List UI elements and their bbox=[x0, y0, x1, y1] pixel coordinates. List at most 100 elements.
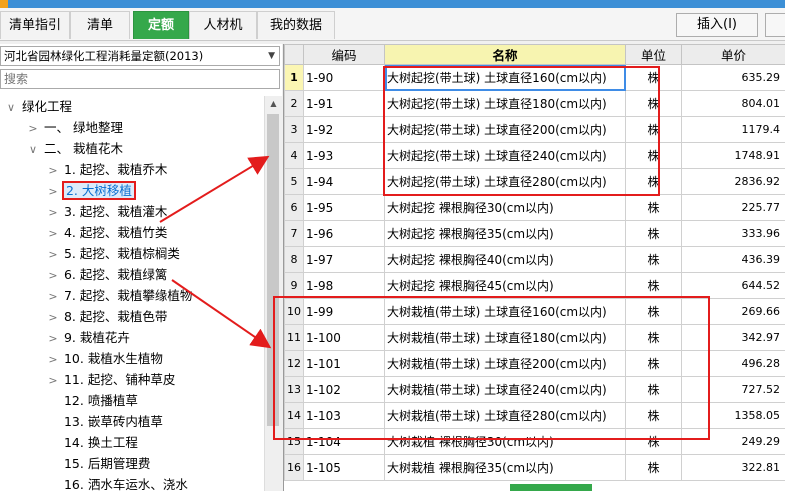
cell-price[interactable]: 727.52 bbox=[681, 376, 785, 403]
tree-scrollbar[interactable]: ▲ bbox=[264, 96, 282, 491]
table-row[interactable]: 13 1-102 大树栽植(带土球) 土球直径240(cm以内) 株 727.52 bbox=[284, 376, 785, 403]
cell-unit[interactable]: 株 bbox=[625, 272, 682, 299]
chevron-down-icon[interactable]: ∨ bbox=[26, 139, 40, 160]
row-index[interactable]: 14 bbox=[284, 402, 304, 429]
cell-code[interactable]: 1-105 bbox=[303, 454, 385, 481]
chevron-right-icon[interactable]: > bbox=[46, 265, 60, 286]
cell-price[interactable]: 436.39 bbox=[681, 246, 785, 273]
tree-node[interactable]: > 7. 起挖、栽植攀缘植物 bbox=[46, 285, 192, 306]
table-row[interactable]: 10 1-99 大树栽植(带土球) 土球直径160(cm以内) 株 269.66 bbox=[284, 298, 785, 325]
table-row[interactable]: 8 1-97 大树起挖 裸根胸径40(cm以内) 株 436.39 bbox=[284, 246, 785, 273]
chevron-right-icon[interactable]: > bbox=[26, 118, 40, 139]
row-index[interactable]: 7 bbox=[284, 220, 304, 247]
cell-code[interactable]: 1-94 bbox=[303, 168, 385, 195]
row-index[interactable]: 16 bbox=[284, 454, 304, 481]
cell-unit[interactable]: 株 bbox=[625, 168, 682, 195]
tab-my-data[interactable]: 我的数据 bbox=[257, 11, 335, 39]
cell-price[interactable]: 342.97 bbox=[681, 324, 785, 351]
cell-unit[interactable]: 株 bbox=[625, 350, 682, 377]
tree-node[interactable]: 16. 洒水车运水、浇水 bbox=[46, 474, 188, 491]
cell-name[interactable]: 大树起挖(带土球) 土球直径240(cm以内) bbox=[384, 142, 626, 169]
tree-node[interactable]: > 9. 栽植花卉 bbox=[46, 327, 130, 348]
chevron-right-icon[interactable]: > bbox=[46, 307, 60, 328]
header-price[interactable]: 单价 bbox=[681, 44, 785, 65]
chevron-right-icon[interactable]: > bbox=[46, 244, 60, 265]
chevron-right-icon[interactable]: > bbox=[46, 328, 60, 349]
row-index[interactable]: 2 bbox=[284, 90, 304, 117]
table-row[interactable]: 4 1-93 大树起挖(带土球) 土球直径240(cm以内) 株 1748.91 bbox=[284, 142, 785, 169]
chevron-right-icon[interactable]: > bbox=[46, 160, 60, 181]
table-row[interactable]: 3 1-92 大树起挖(带土球) 土球直径200(cm以内) 株 1179.4 bbox=[284, 116, 785, 143]
cell-name[interactable]: 大树栽植(带土球) 土球直径200(cm以内) bbox=[384, 350, 626, 377]
cell-code[interactable]: 1-103 bbox=[303, 402, 385, 429]
header-name[interactable]: 名称 bbox=[384, 44, 626, 65]
cell-unit[interactable]: 株 bbox=[625, 142, 682, 169]
table-row[interactable]: 9 1-98 大树起挖 裸根胸径45(cm以内) 株 644.52 bbox=[284, 272, 785, 299]
row-index[interactable]: 15 bbox=[284, 428, 304, 455]
cell-price[interactable]: 644.52 bbox=[681, 272, 785, 299]
cell-code[interactable]: 1-98 bbox=[303, 272, 385, 299]
cell-unit[interactable]: 株 bbox=[625, 116, 682, 143]
quota-library-select[interactable]: 河北省园林绿化工程消耗量定额(2013) ▼ bbox=[0, 46, 280, 66]
tab-labor-material[interactable]: 人材机 bbox=[189, 11, 257, 39]
insert-button[interactable]: 插入(I) bbox=[676, 13, 758, 37]
scroll-up-icon[interactable]: ▲ bbox=[265, 96, 282, 112]
cell-price[interactable]: 1179.4 bbox=[681, 116, 785, 143]
cell-name[interactable]: 大树起挖 裸根胸径40(cm以内) bbox=[384, 246, 626, 273]
cell-name[interactable]: 大树起挖(带土球) 土球直径180(cm以内) bbox=[384, 90, 626, 117]
tree-node[interactable]: > 11. 起挖、铺种草皮 bbox=[46, 369, 175, 390]
row-index[interactable]: 4 bbox=[284, 142, 304, 169]
cell-code[interactable]: 1-100 bbox=[303, 324, 385, 351]
cell-unit[interactable]: 株 bbox=[625, 246, 682, 273]
tab-bill-guide[interactable]: 清单指引 bbox=[0, 11, 70, 39]
cell-code[interactable]: 1-95 bbox=[303, 194, 385, 221]
row-index[interactable]: 1 bbox=[284, 64, 304, 91]
tree-node[interactable]: 12. 喷播植草 bbox=[46, 390, 138, 411]
cell-unit[interactable]: 株 bbox=[625, 402, 682, 429]
tree-node[interactable]: ∨ 绿化工程 bbox=[4, 96, 72, 117]
tree-node[interactable]: 13. 嵌草砖内植草 bbox=[46, 411, 163, 432]
cell-unit[interactable]: 株 bbox=[625, 324, 682, 351]
cell-code[interactable]: 1-99 bbox=[303, 298, 385, 325]
cell-code[interactable]: 1-96 bbox=[303, 220, 385, 247]
cell-name[interactable]: 大树栽植 裸根胸径30(cm以内) bbox=[384, 428, 626, 455]
tree-node[interactable]: > 一、 绿地整理 bbox=[26, 117, 123, 138]
cell-price[interactable]: 2836.92 bbox=[681, 168, 785, 195]
chevron-right-icon[interactable]: > bbox=[46, 181, 60, 202]
search-input[interactable] bbox=[0, 69, 280, 89]
chevron-right-icon[interactable]: > bbox=[46, 286, 60, 307]
header-unit[interactable]: 单位 bbox=[625, 44, 682, 65]
cell-name[interactable]: 大树栽植(带土球) 土球直径160(cm以内) bbox=[384, 298, 626, 325]
cell-price[interactable]: 1358.05 bbox=[681, 402, 785, 429]
cell-price[interactable]: 1748.91 bbox=[681, 142, 785, 169]
chevron-right-icon[interactable]: > bbox=[46, 223, 60, 244]
cell-unit[interactable]: 株 bbox=[625, 298, 682, 325]
cell-code[interactable]: 1-104 bbox=[303, 428, 385, 455]
cell-name[interactable]: 大树起挖 裸根胸径30(cm以内) bbox=[384, 194, 626, 221]
cell-code[interactable]: 1-92 bbox=[303, 116, 385, 143]
chevron-right-icon[interactable]: > bbox=[46, 370, 60, 391]
cell-name[interactable]: 大树栽植(带土球) 土球直径240(cm以内) bbox=[384, 376, 626, 403]
tab-bill[interactable]: 清单 bbox=[70, 11, 130, 39]
more-button[interactable] bbox=[765, 13, 785, 37]
cell-name[interactable]: 大树起挖 裸根胸径35(cm以内) bbox=[384, 220, 626, 247]
cell-unit[interactable]: 株 bbox=[625, 220, 682, 247]
table-row[interactable]: 5 1-94 大树起挖(带土球) 土球直径280(cm以内) 株 2836.92 bbox=[284, 168, 785, 195]
tree-node[interactable]: 15. 后期管理费 bbox=[46, 453, 150, 474]
chevron-right-icon[interactable]: > bbox=[46, 202, 60, 223]
cell-unit[interactable]: 株 bbox=[625, 376, 682, 403]
header-code[interactable]: 编码 bbox=[303, 44, 385, 65]
cell-code[interactable]: 1-101 bbox=[303, 350, 385, 377]
chevron-down-icon[interactable]: ∨ bbox=[4, 97, 18, 118]
cell-name[interactable]: 大树起挖(带土球) 土球直径200(cm以内) bbox=[384, 116, 626, 143]
table-row[interactable]: 16 1-105 大树栽植 裸根胸径35(cm以内) 株 322.81 bbox=[284, 454, 785, 481]
cell-unit[interactable]: 株 bbox=[625, 64, 682, 91]
cell-price[interactable]: 249.29 bbox=[681, 428, 785, 455]
tree-node[interactable]: > 3. 起挖、栽植灌木 bbox=[46, 201, 167, 222]
cell-price[interactable]: 322.81 bbox=[681, 454, 785, 481]
cell-price[interactable]: 225.77 bbox=[681, 194, 785, 221]
cell-code[interactable]: 1-91 bbox=[303, 90, 385, 117]
scrollbar-thumb[interactable] bbox=[267, 114, 279, 426]
cell-price[interactable]: 635.29 bbox=[681, 64, 785, 91]
cell-name[interactable]: 大树起挖(带土球) 土球直径280(cm以内) bbox=[384, 168, 626, 195]
